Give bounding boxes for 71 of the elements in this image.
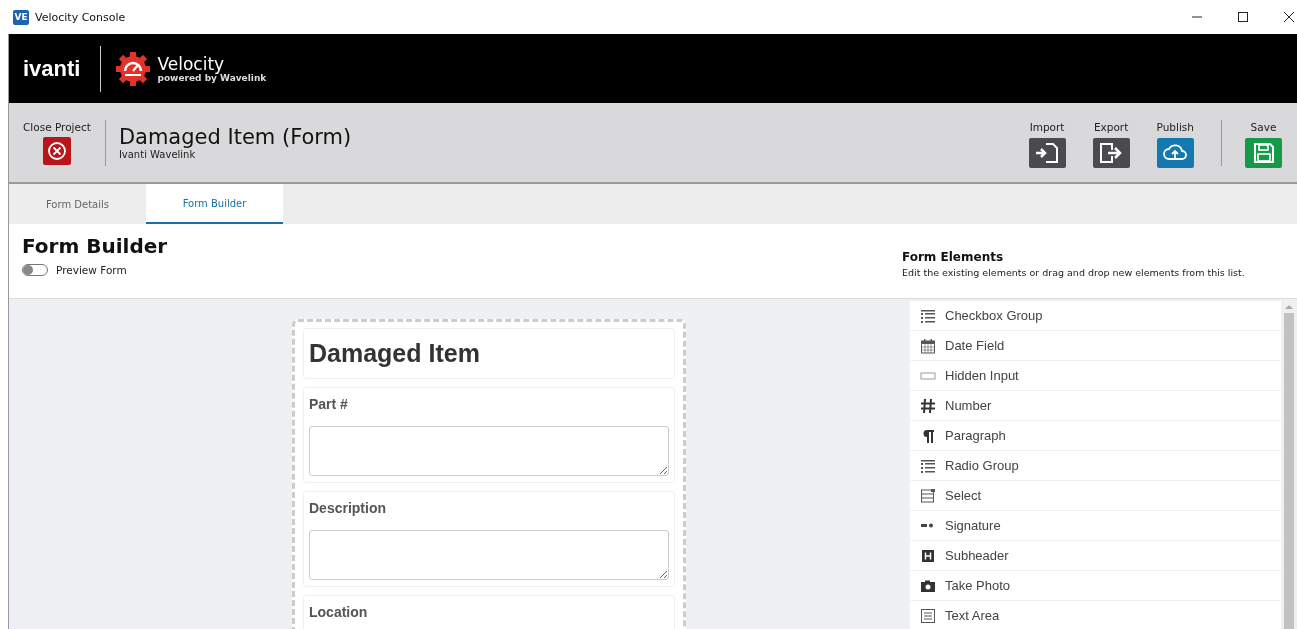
number-icon [920,397,936,414]
app-icon: VE [13,9,29,25]
select-icon [920,487,936,504]
product-name: Velocity [157,54,226,73]
element-list-item[interactable]: Text Area [910,601,1281,629]
element-list-item[interactable]: Radio Group [910,451,1281,481]
panel-hint: Edit the existing elements or drag and drop new elements from this list. [902,267,1246,278]
element-label: Checkbox Group [945,308,1043,323]
element-list-item[interactable]: Date Field [910,331,1281,361]
form-heading-block[interactable]: Damaged Item [303,328,675,379]
panel-title: Form Elements [902,250,1005,264]
element-label: Subheader [945,548,1009,563]
close-icon[interactable] [1284,12,1294,22]
scrollbar[interactable] [1281,299,1297,629]
textarea-icon [920,607,936,624]
element-label: Radio Group [945,458,1019,473]
field-label: Description [309,500,387,516]
element-list-item[interactable]: Signature [910,511,1281,541]
form-heading: Damaged Item [309,338,481,369]
action-label: Publish [1156,121,1194,133]
text-area-field[interactable] [309,530,669,580]
checklist-icon [920,307,936,324]
close-circle-icon [46,140,67,161]
element-list-item[interactable]: Paragraph [910,421,1281,451]
element-label: Text Area [945,608,1000,623]
export-button[interactable] [1092,138,1130,168]
project-subtitle: Ivanti Wavelink [118,149,197,160]
form-field-block[interactable]: Description [303,491,675,587]
action-label: Import [1029,121,1065,133]
tab[interactable]: Form Details [9,184,146,224]
close-project-button[interactable] [42,136,71,165]
element-label: Hidden Input [945,368,1019,383]
save-button[interactable] [1245,138,1282,168]
publish-button[interactable] [1156,138,1194,168]
product-tagline: powered by Wavelink [157,72,267,83]
paragraph-icon [920,427,936,444]
element-list-item[interactable]: Subheader [910,541,1281,571]
window-title: Velocity Console [35,10,126,24]
element-list-item[interactable]: Checkbox Group [910,301,1281,331]
signature-icon [921,523,935,528]
gear-icon [115,50,152,87]
element-list-item[interactable]: Select [910,481,1281,511]
element-label: Signature [945,518,1001,533]
element-list-item[interactable]: Number [910,391,1281,421]
element-label: Date Field [945,338,1005,353]
action-label: Save [1250,121,1277,133]
preview-label: Preview Form [56,264,127,276]
brand-logo: ivanti [23,55,81,82]
close-project-label: Close Project [23,120,91,133]
element-label: Paragraph [945,428,1006,443]
element-list-item[interactable]: Hidden Input [910,361,1281,391]
form-field-block[interactable]: Location [303,595,675,629]
section-title: Form Builder [22,234,169,258]
radiolist-icon [920,457,936,474]
action-label: Export [1093,121,1129,133]
field-label: Part # [309,396,349,412]
element-list-item[interactable]: Take Photo [910,571,1281,601]
form-field-block[interactable]: Part # [303,387,675,483]
subheader-icon [920,547,936,564]
text-area-field[interactable] [309,426,669,476]
project-title: Damaged Item (Form) [118,125,352,149]
import-icon [1034,142,1061,164]
maximize-icon[interactable] [1238,12,1248,22]
element-label: Number [945,398,992,413]
field-label: Location [309,604,369,620]
date-icon [920,337,936,354]
tab[interactable]: Form Builder [146,184,283,224]
element-label: Select [945,488,982,503]
preview-toggle[interactable] [22,264,48,276]
import-button[interactable] [1028,138,1066,168]
element-label: Take Photo [945,578,1011,593]
